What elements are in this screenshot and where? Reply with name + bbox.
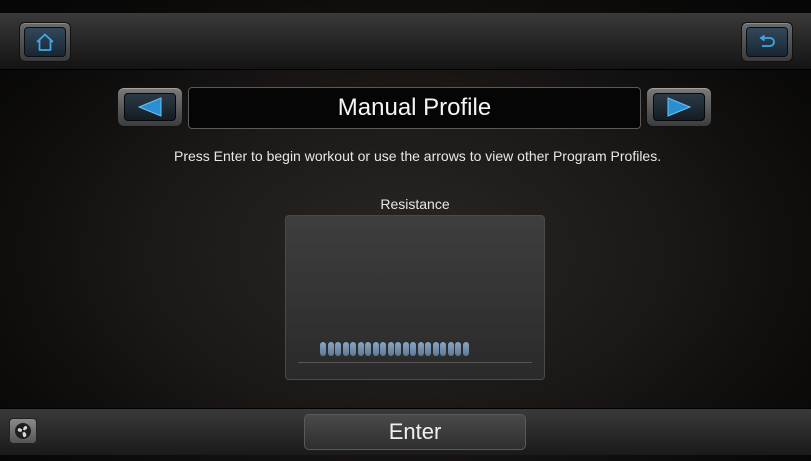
resistance-bar xyxy=(342,342,349,356)
resistance-bar xyxy=(447,342,454,356)
resistance-bar xyxy=(357,342,364,356)
previous-profile-button[interactable] xyxy=(117,87,183,127)
resistance-bar xyxy=(410,342,416,356)
resistance-profile-chart xyxy=(285,215,545,380)
resistance-bar xyxy=(365,342,371,356)
resistance-bar xyxy=(455,342,461,356)
fan-icon xyxy=(15,423,31,439)
resistance-bar xyxy=(350,342,356,356)
chart-title: Resistance xyxy=(380,196,450,212)
chart-baseline xyxy=(298,362,532,363)
fan-button[interactable] xyxy=(9,418,37,444)
enter-button[interactable]: Enter xyxy=(304,414,526,450)
back-button[interactable] xyxy=(741,22,793,62)
triangle-right-icon xyxy=(667,97,692,117)
home-icon xyxy=(36,33,54,51)
resistance-bar xyxy=(425,342,431,356)
console-screen: Manual Profile Press Enter to begin work… xyxy=(0,0,811,461)
resistance-bar xyxy=(395,342,401,356)
resistance-bar xyxy=(402,342,409,356)
resistance-bar xyxy=(432,342,439,356)
instructions-text: Press Enter to begin workout or use the … xyxy=(174,148,662,164)
resistance-bar xyxy=(440,342,446,356)
bar-group xyxy=(320,342,469,356)
resistance-bar xyxy=(387,342,394,356)
back-arrow-icon xyxy=(759,35,775,47)
triangle-left-icon xyxy=(137,97,162,117)
next-profile-button[interactable] xyxy=(646,87,712,127)
resistance-bar xyxy=(335,342,341,356)
profile-title: Manual Profile xyxy=(188,87,641,129)
home-button[interactable] xyxy=(19,22,71,62)
top-bar xyxy=(0,13,811,70)
resistance-bar xyxy=(462,342,469,356)
resistance-bar xyxy=(327,342,334,356)
resistance-bar xyxy=(380,342,386,356)
resistance-bar xyxy=(417,342,424,356)
resistance-bar xyxy=(320,342,326,356)
resistance-bar xyxy=(372,342,379,356)
